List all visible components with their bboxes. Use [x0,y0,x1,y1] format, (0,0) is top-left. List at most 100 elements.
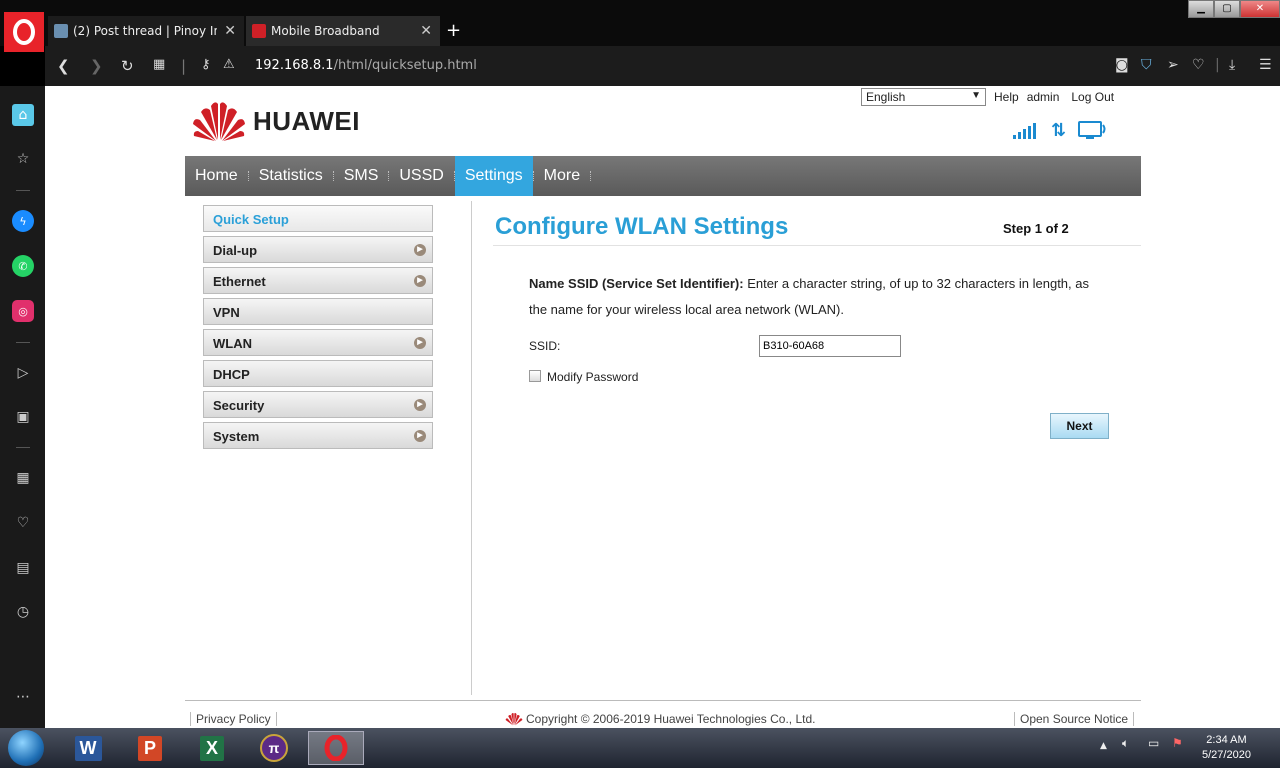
huawei-flower-icon [193,102,245,141]
flow-icon[interactable]: ▷ [12,362,34,384]
download-icon[interactable]: ⤓ [1229,57,1235,73]
back-icon[interactable]: ❮ [57,57,70,75]
nav-more[interactable]: More [534,156,590,196]
nav-home[interactable]: Home [185,156,248,196]
status-icons: ⇅ [1013,120,1106,141]
huawei-logo: HUAWEI [191,100,360,142]
menu-dhcp[interactable]: DHCP [203,360,433,387]
huawei-flower-small-icon [505,713,523,726]
expand-arrow-icon: ▶ [414,275,426,287]
history-clock-icon[interactable]: ◷ [12,601,34,623]
language-select[interactable]: English ▼ [861,88,986,106]
nav-ussd[interactable]: USSD [389,156,453,196]
browser-tab-bar: (2) Post thread | Pinoy Inter ✕ Mobile B… [0,0,1280,52]
speed-dial-icon[interactable]: ▦ [12,467,34,489]
copyright: Copyright © 2006-2019 Huawei Technologie… [505,712,815,726]
opera-app-button[interactable] [308,731,364,765]
expand-arrow-icon: ▶ [414,337,426,349]
opera-menu-button[interactable] [4,12,44,52]
step-indicator: Step 1 of 2 [1003,221,1069,236]
nav-statistics[interactable]: Statistics [249,156,333,196]
ssid-label: SSID: [529,339,561,353]
instagram-icon[interactable]: ◎ [12,300,34,322]
key-icon[interactable]: ⚷ [201,57,211,72]
word-app-button[interactable]: W [60,731,116,765]
tab-pinoy[interactable]: (2) Post thread | Pinoy Inter ✕ [48,16,244,46]
close-tab-icon[interactable]: ✕ [420,23,432,39]
warning-icon[interactable]: ⚠ [223,57,235,72]
ssid-input[interactable] [759,335,901,357]
pi-network-icon: π [260,734,288,762]
camera-icon[interactable]: ◙ [1115,57,1129,73]
send-icon[interactable]: ➢ [1167,57,1179,73]
nav-settings[interactable]: Settings [454,156,533,196]
whatsapp-icon[interactable]: ✆ [12,255,34,277]
help-link[interactable]: Help [994,90,1019,104]
huawei-wordmark: HUAWEI [253,105,360,136]
more-icon[interactable]: ⋯ [12,686,34,708]
star-icon[interactable]: ☆ [12,148,34,170]
connected-device-icon [1078,120,1106,139]
powerpoint-app-button[interactable]: P [122,731,178,765]
start-button[interactable] [8,730,44,766]
menu-label: DHCP [213,367,250,382]
news-icon[interactable]: ▤ [12,557,34,579]
divider [16,190,30,191]
easy-setup-icon[interactable]: ☰ [1259,57,1272,73]
modify-password-label[interactable]: Modify Password [547,370,638,384]
heart-icon[interactable]: ♡ [1192,57,1205,73]
menu-label: System [213,429,260,444]
nav-separator [590,171,592,181]
menu-wlan[interactable]: WLAN ▶ [203,329,433,356]
maximize-button[interactable]: ▢ [1214,0,1240,18]
close-window-button[interactable]: ✕ [1240,0,1280,18]
reload-icon[interactable]: ↻ [121,57,134,75]
pi-app-button[interactable]: π [246,731,302,765]
privacy-policy-link[interactable]: Privacy Policy [190,712,277,726]
clock-date: 5/27/2020 [1202,749,1251,761]
title-underline [493,245,1141,246]
menu-security[interactable]: Security ▶ [203,391,433,418]
wallet-icon[interactable]: ▣ [12,406,34,428]
menu-vpn[interactable]: VPN [203,298,433,325]
window-controls: ▁ ▢ ✕ [1188,0,1280,20]
show-hidden-icons-arrow-icon[interactable]: ▲ [1100,741,1107,751]
nav-sms[interactable]: SMS [334,156,389,196]
action-center-flag-icon[interactable]: ⚑ [1172,736,1183,750]
divider [16,342,30,343]
next-button[interactable]: Next [1050,413,1109,439]
url-field[interactable]: 192.168.8.1/html/quicksetup.html [255,58,477,73]
opera-logo-icon [13,19,35,45]
language-value: English [866,90,906,104]
new-tab-button[interactable]: + [446,20,461,41]
tab-mobile-broadband[interactable]: Mobile Broadband ✕ [246,16,440,46]
forward-icon[interactable]: ❯ [90,57,103,75]
close-tab-icon[interactable]: ✕ [224,23,236,39]
username: admin [1026,90,1060,104]
volume-icon[interactable]: 🔈︎ [1122,736,1129,751]
menu-quick-setup[interactable]: Quick Setup [203,205,433,232]
bookmarks-heart-icon[interactable]: ♡ [12,512,34,534]
messenger-icon[interactable]: ϟ [12,210,34,232]
modify-password-checkbox[interactable] [529,370,541,382]
url-host: 192.168.8.1 [255,58,334,73]
separator: | [1215,57,1220,73]
tabs-grid-icon[interactable]: ▦ [153,57,165,72]
opera-taskbar-icon [324,735,348,761]
menu-ethernet[interactable]: Ethernet ▶ [203,267,433,294]
huawei-favicon-icon [252,24,266,38]
system-clock[interactable]: 2:34 AM 5/27/2020 [1202,733,1251,763]
home-icon[interactable]: ⌂ [12,104,34,126]
word-icon: W [74,735,102,761]
open-source-notice-link[interactable]: Open Source Notice [1014,712,1135,726]
divider [16,447,30,448]
minimize-button[interactable]: ▁ [1188,0,1214,18]
menu-dial-up[interactable]: Dial-up ▶ [203,236,433,263]
network-icon[interactable]: ▭ [1148,736,1159,750]
logout-link[interactable]: Log Out [1071,90,1114,104]
excel-app-button[interactable]: X [184,731,240,765]
opera-sidebar: ⌂ ☆ ϟ ✆ ◎ ▷ ▣ ▦ ♡ ▤ ◷ ⋯ [0,86,45,728]
menu-system[interactable]: System ▶ [203,422,433,449]
shield-icon[interactable]: ⛉ [1141,57,1152,73]
pinoy-favicon-icon [54,24,68,38]
